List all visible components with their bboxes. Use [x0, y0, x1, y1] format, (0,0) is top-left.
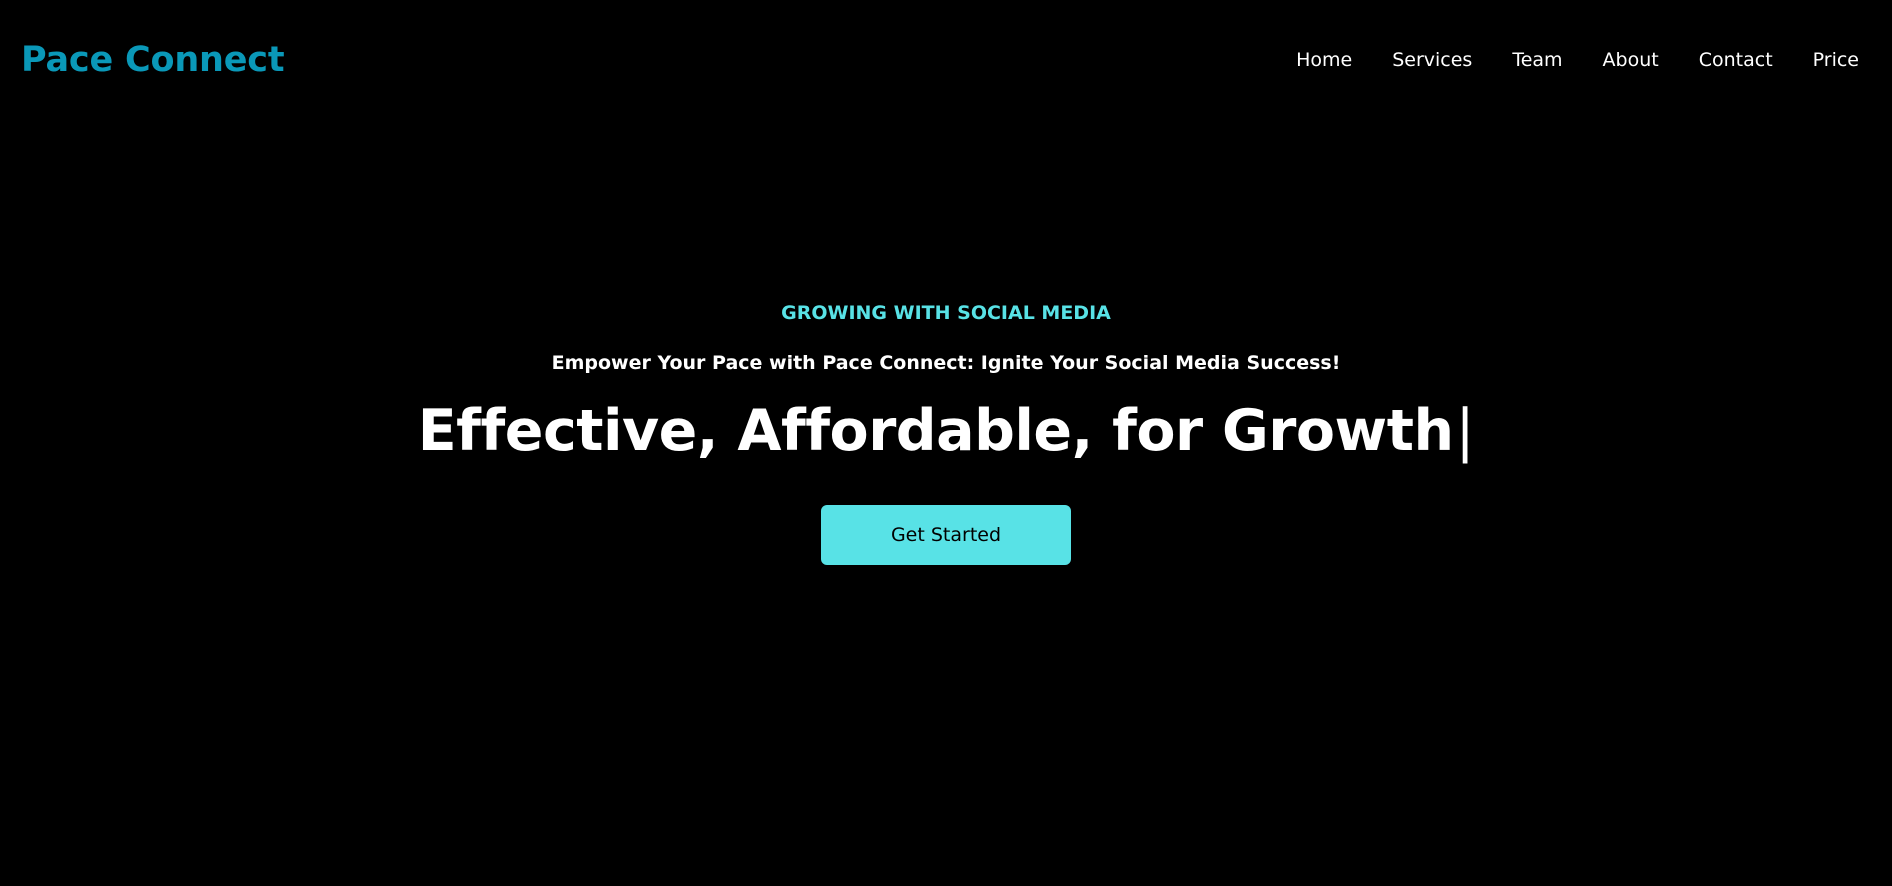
- nav-links: Home Services Team About Contact Price: [1296, 48, 1859, 72]
- get-started-button[interactable]: Get Started: [821, 505, 1071, 565]
- hero-tagline: Empower Your Pace with Pace Connect: Ign…: [551, 352, 1341, 374]
- nav-link-team[interactable]: Team: [1512, 49, 1562, 71]
- nav-link-price[interactable]: Price: [1813, 49, 1859, 71]
- hero-eyebrow: GROWING WITH SOCIAL MEDIA: [781, 302, 1111, 324]
- nav-link-services[interactable]: Services: [1392, 49, 1472, 71]
- typing-cursor: |: [1455, 398, 1475, 464]
- nav-item-home: Home: [1296, 48, 1352, 72]
- nav-link-about[interactable]: About: [1603, 49, 1659, 71]
- nav-item-price: Price: [1813, 48, 1859, 72]
- nav-item-contact: Contact: [1699, 48, 1773, 72]
- navbar: Pace Connect Home Services Team About Co…: [0, 0, 1892, 120]
- nav-link-home[interactable]: Home: [1296, 49, 1352, 71]
- nav-item-services: Services: [1392, 48, 1472, 72]
- hero-headline-text: Effective, Affordable, for Growth: [417, 398, 1454, 464]
- brand-logo[interactable]: Pace Connect: [21, 39, 285, 81]
- nav-item-team: Team: [1512, 48, 1562, 72]
- hero-section: GROWING WITH SOCIAL MEDIA Empower Your P…: [0, 296, 1892, 565]
- hero-headline: Effective, Affordable, for Growth|: [418, 392, 1475, 470]
- nav-item-about: About: [1603, 48, 1659, 72]
- nav-link-contact[interactable]: Contact: [1699, 49, 1773, 71]
